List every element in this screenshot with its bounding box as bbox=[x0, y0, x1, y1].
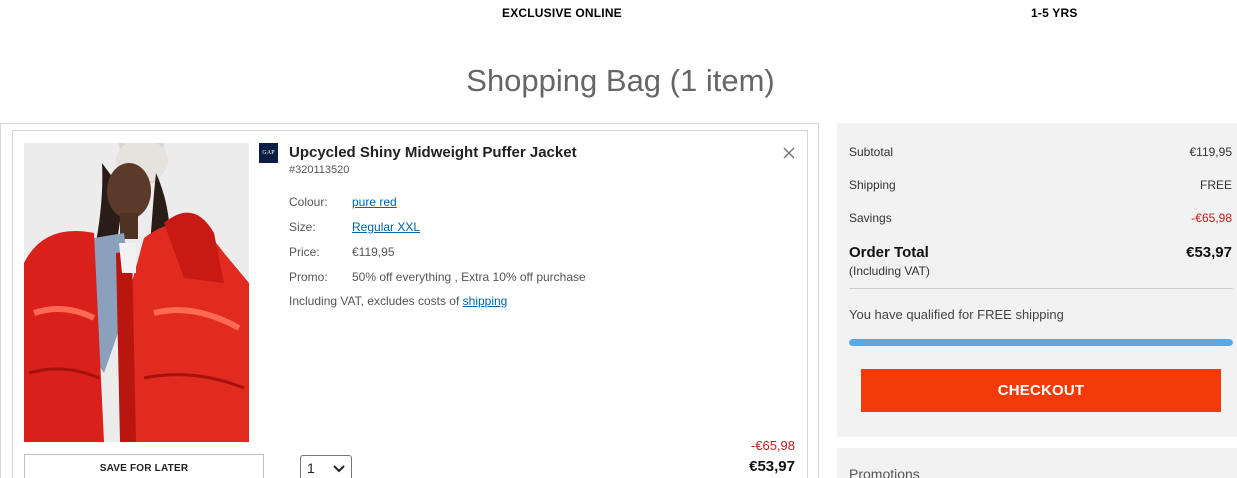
order-total-value: €53,97 bbox=[1186, 244, 1232, 261]
promotions-title[interactable]: Promotions bbox=[849, 466, 920, 478]
savings-label: Savings bbox=[849, 211, 892, 225]
checkout-button[interactable]: CHECKOUT bbox=[861, 369, 1221, 412]
free-shipping-message: You have qualified for FREE shipping bbox=[849, 307, 1064, 322]
page-title: Shopping Bag (1 item) bbox=[466, 63, 775, 98]
colour-label: Colour: bbox=[289, 195, 328, 209]
banner-exclusive-online[interactable]: EXCLUSIVE ONLINE bbox=[502, 6, 622, 20]
vat-note-text: Including VAT, excludes costs of bbox=[289, 294, 463, 308]
colour-value-link[interactable]: pure red bbox=[352, 195, 397, 209]
item-total: €53,97 bbox=[749, 458, 795, 475]
size-value-link[interactable]: Regular XXL bbox=[352, 220, 420, 234]
shipping-label: Shipping bbox=[849, 178, 896, 192]
promo-label: Promo: bbox=[289, 270, 328, 284]
price-label: Price: bbox=[289, 245, 320, 259]
product-photo-illustration bbox=[24, 143, 249, 442]
savings-value: -€65,98 bbox=[1191, 211, 1232, 225]
order-total-vat-note: (Including VAT) bbox=[849, 264, 930, 278]
order-total-label: Order Total bbox=[849, 244, 929, 261]
item-savings: -€65,98 bbox=[750, 438, 795, 453]
shipping-link[interactable]: shipping bbox=[463, 294, 508, 308]
chevron-down-icon bbox=[333, 465, 345, 473]
save-for-later-button[interactable]: SAVE FOR LATER bbox=[24, 454, 264, 478]
gap-brand-logo: GAP bbox=[259, 143, 278, 163]
free-shipping-progress-bar bbox=[849, 339, 1233, 346]
product-name[interactable]: Upcycled Shiny Midweight Puffer Jacket bbox=[289, 144, 577, 161]
quantity-value: 1 bbox=[307, 460, 315, 476]
summary-divider bbox=[849, 288, 1233, 289]
size-label: Size: bbox=[289, 220, 316, 234]
product-image[interactable] bbox=[24, 143, 249, 442]
free-shipping-progress-fill bbox=[849, 339, 1233, 346]
remove-item-close-icon[interactable] bbox=[780, 144, 798, 162]
shipping-value: FREE bbox=[1199, 178, 1232, 192]
vat-note: Including VAT, excludes costs of shippin… bbox=[289, 294, 507, 308]
subtotal-value: €119,95 bbox=[1189, 145, 1233, 159]
promo-value: 50% off everything , Extra 10% off purch… bbox=[352, 270, 586, 284]
quantity-select[interactable]: 1 bbox=[300, 455, 352, 478]
subtotal-label: Subtotal bbox=[849, 145, 894, 159]
top-banner: EXCLUSIVE ONLINE 1-5 YRS bbox=[0, 0, 1237, 28]
product-sku: #320113520 bbox=[289, 164, 350, 176]
banner-age-range[interactable]: 1-5 YRS bbox=[1031, 6, 1078, 20]
price-value: €119,95 bbox=[352, 245, 395, 259]
